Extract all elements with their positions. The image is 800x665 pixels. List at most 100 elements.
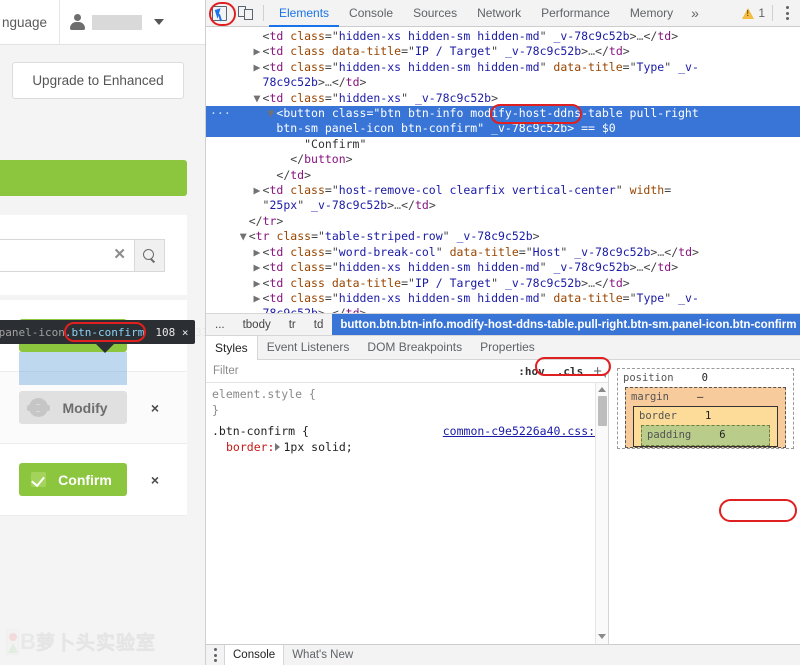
dom-node[interactable]: ▶ <td class="hidden-xs hidden-sm hidden-m…	[206, 260, 800, 275]
topbar-divider	[59, 0, 61, 45]
breadcrumb-item-td[interactable]: td	[305, 314, 333, 335]
more-tabs-icon[interactable]: »	[683, 0, 707, 27]
box-model-border-value[interactable]: 1	[705, 410, 711, 422]
tooltip-arrow-icon	[96, 344, 114, 353]
css-declaration[interactable]: border: 1px solid;	[212, 439, 608, 455]
box-model-margin[interactable]: margin – border 1 padding 6	[625, 387, 786, 448]
expand-triangle-icon[interactable]: ▶	[254, 60, 263, 75]
dom-node[interactable]: 78c9c52b>…</td>	[206, 306, 800, 313]
clear-x-icon[interactable]: ✕	[113, 247, 126, 262]
search-input[interactable]: ✕	[0, 239, 134, 272]
modify-button[interactable]: Modify	[19, 391, 127, 424]
hov-toggle[interactable]: :hov	[512, 365, 551, 378]
tab-memory[interactable]: Memory	[620, 0, 683, 27]
box-model-border[interactable]: border 1 padding 6	[633, 406, 778, 447]
expand-triangle-icon[interactable]: ▶	[254, 245, 263, 260]
kebab-menu-icon[interactable]	[780, 6, 794, 20]
inspect-element-icon[interactable]	[206, 0, 232, 27]
expand-triangle-icon[interactable]: ▶	[254, 276, 263, 291]
dom-node-selected[interactable]: btn-sm panel-icon btn-confirm" _v-78c9c5…	[206, 121, 800, 137]
css-selector[interactable]: .btn-confirm {	[212, 423, 309, 439]
confirm-button[interactable]: Confirm	[19, 463, 127, 496]
styles-scrollbar[interactable]	[595, 383, 608, 644]
dom-node[interactable]: ▶ <td class="hidden-xs hidden-sm hidden-m…	[206, 60, 800, 75]
tab-dom-breakpoints[interactable]: DOM Breakpoints	[358, 336, 471, 359]
tab-styles[interactable]: Styles	[205, 335, 258, 361]
kebab-menu-icon[interactable]	[206, 648, 224, 662]
styles-filter-bar: Filter :hov .cls +	[206, 360, 608, 383]
dom-node[interactable]: </td>	[206, 168, 800, 183]
css-property-value: 1px solid;	[283, 440, 353, 454]
search-button[interactable]	[134, 239, 165, 272]
dom-node[interactable]: "Confirm"	[206, 137, 800, 152]
breadcrumb-item-tbody[interactable]: tbody	[234, 314, 280, 335]
css-property-name: border	[226, 440, 268, 454]
scroll-up-icon[interactable]	[598, 387, 606, 392]
search-icon	[143, 249, 156, 262]
tab-performance[interactable]: Performance	[531, 0, 620, 27]
warning-badge[interactable]: 1	[742, 6, 765, 20]
box-model-padding[interactable]: padding 6	[641, 425, 770, 446]
warning-triangle-icon	[742, 7, 755, 19]
expand-triangle-icon[interactable]: ▶	[254, 183, 263, 198]
dom-node[interactable]: </tr>	[206, 214, 800, 229]
upgrade-button[interactable]: Upgrade to Enhanced	[12, 62, 184, 99]
dom-node[interactable]: "25px" _v-78c9c52b>…</td>	[206, 198, 800, 213]
table-row: Confirm ×	[0, 444, 187, 516]
language-label[interactable]: nguage	[0, 15, 47, 30]
collapse-triangle-icon[interactable]: ▼	[254, 91, 263, 106]
device-toolbar-icon[interactable]	[232, 0, 258, 27]
expand-shorthand-icon[interactable]	[275, 443, 281, 451]
styles-filter-input[interactable]: Filter	[213, 365, 512, 377]
scrollbar-thumb[interactable]	[597, 396, 607, 426]
expand-triangle-icon[interactable]: ▶	[254, 291, 263, 306]
dom-tree[interactable]: <td class="hidden-xs hidden-sm hidden-md…	[206, 27, 800, 313]
tab-sources[interactable]: Sources	[403, 0, 467, 27]
collapse-triangle-icon[interactable]: ▼	[240, 229, 249, 244]
dom-node[interactable]: 78c9c52b>…</td>	[206, 75, 800, 90]
box-model-position[interactable]: position 0 margin – border 1 padding 6	[617, 368, 794, 449]
user-menu[interactable]	[70, 14, 143, 30]
new-style-rule-icon[interactable]: +	[589, 363, 608, 380]
dom-node[interactable]: ▶ <td class="host-remove-col clearfix ver…	[206, 183, 800, 198]
dom-node[interactable]: ▶ <td class data-title="IP / Target" _v-7…	[206, 44, 800, 59]
dom-node-selected[interactable]: ▼ <button class="btn btn-info modify-host…	[206, 106, 800, 122]
dom-node[interactable]: <td class="hidden-xs hidden-sm hidden-md…	[206, 29, 800, 44]
remove-row-icon[interactable]: ×	[151, 400, 159, 416]
box-model-padding-value[interactable]: 6	[719, 429, 725, 441]
breadcrumb-item-tr[interactable]: tr	[280, 314, 305, 335]
breadcrumb-item-button-selected[interactable]: button.btn.btn-info.modify-host-ddns-tab…	[332, 314, 800, 335]
tab-event-listeners[interactable]: Event Listeners	[258, 336, 359, 359]
cls-toggle[interactable]: .cls	[551, 365, 590, 378]
tab-network[interactable]: Network	[467, 0, 531, 27]
scroll-down-icon[interactable]	[598, 634, 606, 639]
drawer-tab-whats-new[interactable]: What's New	[284, 645, 361, 665]
dom-node[interactable]: ▶ <td class data-title="IP / Target" _v-7…	[206, 276, 800, 291]
css-source-link[interactable]: common-c9e5226a40.css:9	[443, 423, 608, 439]
dom-node[interactable]: ▶ <td class="hidden-xs hidden-sm hidden-m…	[206, 291, 800, 306]
dom-node[interactable]: </button>	[206, 152, 800, 167]
tab-properties[interactable]: Properties	[471, 336, 544, 359]
remove-row-icon[interactable]: ×	[151, 472, 159, 488]
box-model-margin-value[interactable]: –	[697, 391, 703, 403]
chevron-down-icon[interactable]	[154, 19, 165, 25]
watermark-text: 萝卜头实验室	[36, 633, 157, 655]
tooltip-dimensions: 108 × 33	[155, 325, 205, 339]
screenshot-root: nguage Upgrade to Enhanced ✕ Modify × Co…	[0, 0, 800, 665]
dom-node[interactable]: ▶ <td class="word-break-col" data-title="…	[206, 245, 800, 260]
tab-console[interactable]: Console	[339, 0, 403, 27]
breadcrumb-item-ellipsis[interactable]: ...	[206, 314, 234, 335]
tab-elements[interactable]: Elements	[269, 0, 339, 27]
box-model-position-value[interactable]: 0	[702, 372, 708, 384]
expand-triangle-icon[interactable]: ▶	[254, 260, 263, 275]
dom-node[interactable]: ▼ <td class="hidden-xs" _v-78c9c52b>	[206, 91, 800, 106]
dom-node[interactable]: ▼ <tr class="table-striped-row" _v-78c9c5…	[206, 229, 800, 244]
expand-triangle-icon[interactable]: ▶	[254, 44, 263, 59]
css-selector[interactable]: element.style {	[212, 386, 316, 402]
drawer-tab-console[interactable]: Console	[224, 644, 285, 665]
